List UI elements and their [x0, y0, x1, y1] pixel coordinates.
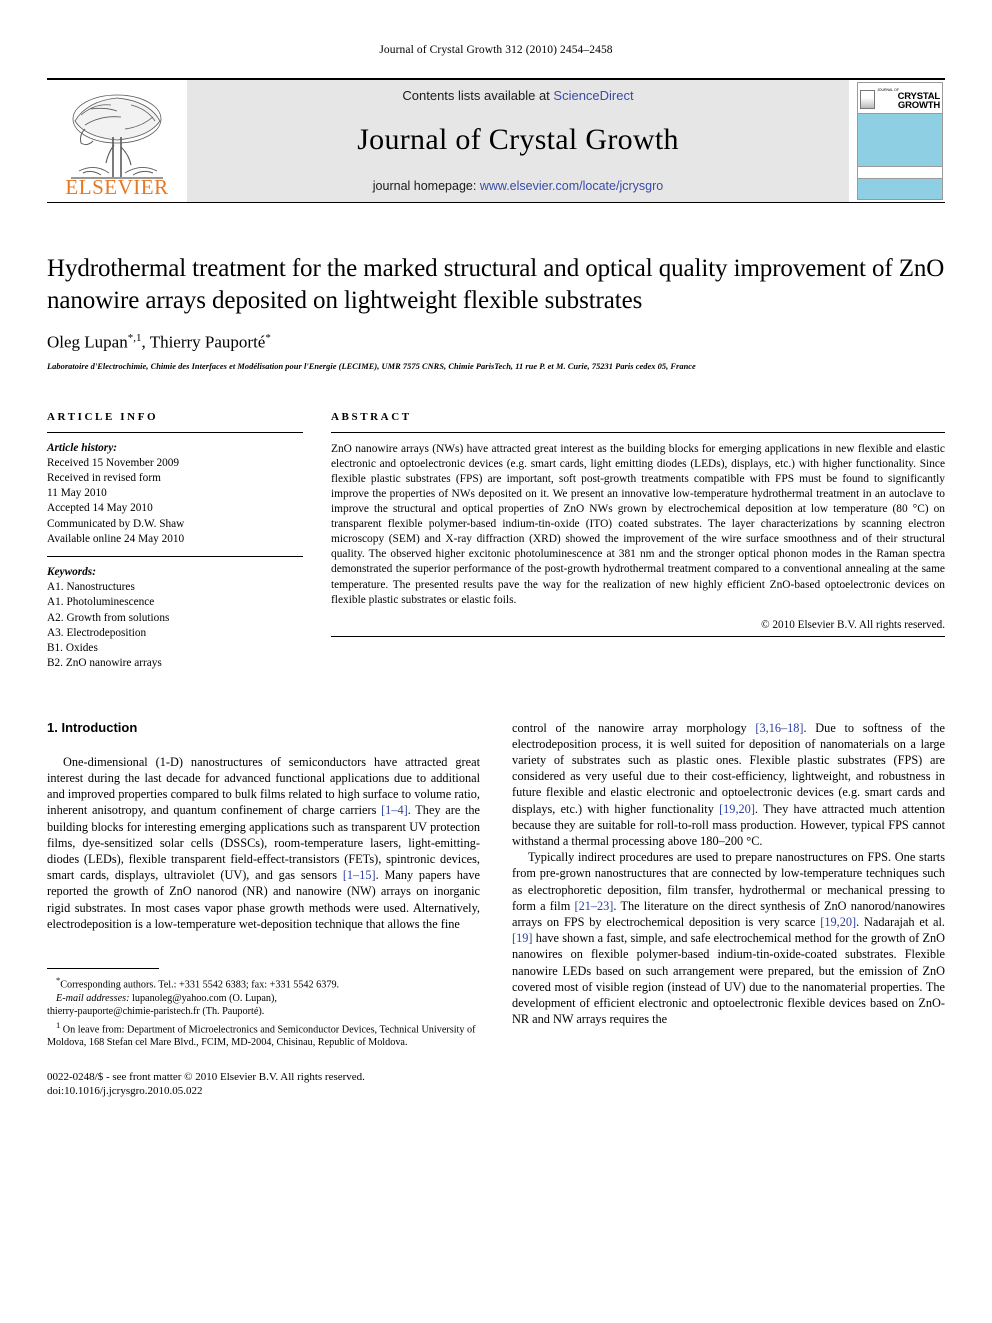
keywords-list: Keywords: A1. Nanostructures A1. Photolu… — [47, 557, 303, 671]
citation-link[interactable]: [1–4] — [381, 803, 408, 817]
sciencedirect-link[interactable]: ScienceDirect — [553, 88, 633, 103]
cover-mini-image-icon — [860, 89, 875, 109]
abstract-copyright: © 2010 Elsevier B.V. All rights reserved… — [761, 618, 945, 631]
title-block: Hydrothermal treatment for the marked st… — [47, 253, 945, 371]
doi-line[interactable]: doi:10.1016/j.jcrysgro.2010.05.022 — [47, 1084, 480, 1099]
footnote-block: *Corresponding authors. Tel.: +331 5542 … — [47, 967, 480, 1099]
email-label: E-mail addresses: — [56, 992, 130, 1004]
homepage-prefix: journal homepage: — [372, 179, 480, 193]
abstract-label: ABSTRACT — [331, 410, 412, 423]
cover-band-gap — [858, 167, 942, 178]
info-abstract-section: ARTICLE INFO Article history: Received 1… — [47, 411, 945, 672]
section-heading-introduction: 1. Introduction — [47, 719, 138, 735]
author-1-marks: *,1 — [127, 332, 142, 344]
footnote-text: *Corresponding authors. Tel.: +331 5542 … — [47, 974, 480, 1050]
keyword-item: B1. Oxides — [47, 642, 98, 655]
keyword-item: A2. Growth from solutions — [47, 611, 170, 624]
article-info-column: ARTICLE INFO Article history: Received 1… — [47, 411, 303, 672]
page-title: Hydrothermal treatment for the marked st… — [47, 255, 945, 314]
homepage-line: journal homepage: www.elsevier.com/locat… — [373, 179, 663, 193]
article-history-item: Communicated by D.W. Shaw — [47, 517, 185, 530]
body-column-right: control of the nanowire array morphology… — [512, 720, 945, 1099]
elsevier-tree-icon: ELSEVIER — [65, 94, 168, 197]
issn-line: 0022-0248/$ - see front matter © 2010 El… — [47, 1070, 365, 1083]
journal-banner: Contents lists available at ScienceDirec… — [187, 80, 849, 202]
footnote-rule — [47, 967, 159, 969]
citation-link[interactable]: [21–23] — [574, 899, 613, 913]
journal-masthead: ELSEVIER Contents lists available at Sci… — [47, 78, 945, 203]
keyword-item: A1. Nanostructures — [47, 581, 135, 594]
article-history-label: Article history: — [47, 441, 117, 454]
article-history: Article history: Received 15 November 20… — [47, 441, 303, 556]
cover-thumb: JOURNAL OF CRYSTAL GROWTH — [857, 82, 943, 200]
article-info-body: Article history: Received 15 November 20… — [47, 433, 303, 672]
author-list: Oleg Lupan*,1, Thierry Pauporté* — [47, 332, 945, 353]
cover-line2: GROWTH — [897, 100, 940, 111]
article-history-item: 11 May 2010 — [47, 487, 107, 500]
intro-text-r-g: have shown a fast, simple, and safe elec… — [512, 931, 945, 1027]
journal-cover-thumbnail: JOURNAL OF CRYSTAL GROWTH — [849, 80, 945, 202]
elsevier-logo: ELSEVIER — [47, 80, 187, 202]
citation-link[interactable]: [19,20] — [719, 802, 755, 816]
affiliation: Laboratoire d'Electrochimie, Chimie des … — [47, 361, 696, 371]
body-columns: 1. Introduction One-dimensional (1-D) na… — [47, 720, 945, 1099]
article-history-item: Available online 24 May 2010 — [47, 532, 185, 545]
email-address-2[interactable]: thierry-pauporte@chimie-paristech.fr (Th… — [47, 1006, 264, 1017]
intro-text-r-a: control of the nanowire array morphology — [512, 720, 756, 735]
cover-band-small — [858, 178, 942, 199]
cover-header: JOURNAL OF CRYSTAL GROWTH — [858, 83, 942, 113]
footnote-corresponding: *Corresponding authors. Tel.: +331 5542 … — [47, 974, 480, 992]
article-info-label: ARTICLE INFO — [47, 410, 159, 423]
article-history-item: Received in revised form — [47, 472, 161, 485]
cover-wordmark: JOURNAL OF CRYSTAL GROWTH — [877, 88, 940, 111]
running-head: Journal of Crystal Growth 312 (2010) 245… — [379, 44, 613, 56]
abstract-text: ZnO nanowire arrays (NWs) have attracted… — [331, 442, 945, 606]
abstract-column: ABSTRACT ZnO nanowire arrays (NWs) have … — [331, 411, 945, 672]
email-address-1[interactable]: lupanoleg@yahoo.com (O. Lupan), — [129, 993, 277, 1004]
footnote-note-1: 1 On leave from: Department of Microelec… — [47, 1019, 480, 1050]
footnote-email-line: E-mail addresses: lupanoleg@yahoo.com (O… — [47, 992, 480, 1005]
journal-title: Journal of Crystal Growth — [357, 123, 679, 156]
keyword-item: A1. Photoluminescence — [47, 596, 155, 609]
author-name-1: Oleg Lupan — [47, 332, 128, 352]
citation-link[interactable]: [3,16–18] — [755, 721, 803, 735]
homepage-link[interactable]: www.elsevier.com/locate/jcrysgro — [480, 179, 663, 193]
cover-band-large — [858, 113, 942, 167]
intro-text-r-f: . Nadarajah et al. — [856, 914, 945, 929]
article-history-item: Received 15 November 2009 — [47, 456, 180, 469]
intro-paragraph-3: Typically indirect procedures are used t… — [512, 849, 945, 1027]
citation-link[interactable]: [19,20] — [820, 915, 856, 929]
intro-paragraph-1: One-dimensional (1-D) nanostructures of … — [47, 754, 480, 932]
article-history-item: Accepted 14 May 2010 — [47, 502, 153, 515]
author-name-2: Thierry Pauporté — [149, 332, 266, 352]
citation-link[interactable]: [1–15] — [343, 868, 376, 882]
body-column-left: 1. Introduction One-dimensional (1-D) na… — [47, 720, 480, 1099]
svg-text:ELSEVIER: ELSEVIER — [65, 175, 168, 197]
issn-block: 0022-0248/$ - see front matter © 2010 El… — [47, 1070, 480, 1099]
citation-link[interactable]: [19] — [512, 931, 533, 945]
footnote-note-1-text: On leave from: Department of Microelectr… — [47, 1023, 476, 1049]
contents-prefix: Contents lists available at — [402, 88, 554, 103]
intro-paragraph-2: control of the nanowire array morphology… — [512, 720, 945, 850]
footnote-corresponding-text: Corresponding authors. Tel.: +331 5542 6… — [60, 979, 340, 991]
contents-line: Contents lists available at ScienceDirec… — [402, 88, 633, 103]
keyword-item: B2. ZnO nanowire arrays — [47, 657, 162, 670]
keywords-label: Keywords: — [47, 566, 96, 579]
abstract-rule-bottom — [331, 635, 945, 637]
keyword-item: A3. Electrodeposition — [47, 626, 147, 639]
paper-page: Journal of Crystal Growth 312 (2010) 245… — [0, 0, 992, 1323]
author-separator: , — [141, 332, 150, 352]
author-2-marks: * — [265, 332, 271, 344]
